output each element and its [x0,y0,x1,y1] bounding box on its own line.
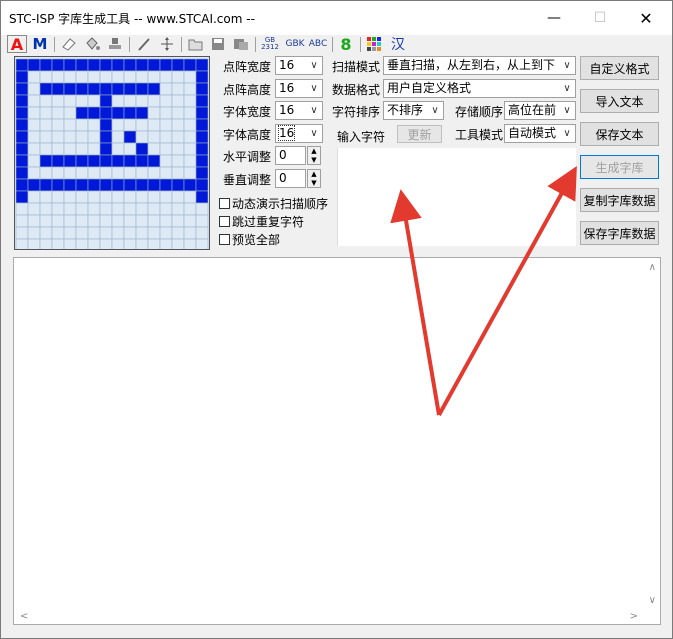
app-window: STC-ISP 字库生成工具 -- www.STCAI.com -- — ☐ ✕… [0,0,673,639]
arrow-to-input [390,189,441,416]
annotation-arrows [390,166,577,416]
arrow-to-generate [437,166,577,416]
